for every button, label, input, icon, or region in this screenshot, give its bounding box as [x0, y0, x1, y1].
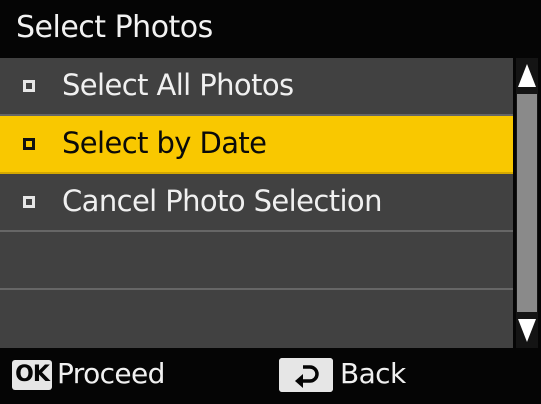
button-guide-bar: OK Proceed Back	[0, 348, 541, 404]
scroll-thumb[interactable]	[517, 94, 537, 312]
square-bullet-icon	[23, 196, 35, 208]
menu-item-select-by-date[interactable]: Select by Date	[0, 116, 513, 174]
printer-lcd-screen: Select Photos Select All Photos Select b…	[0, 0, 541, 404]
proceed-label: Proceed	[57, 357, 165, 390]
menu-item-select-all-photos[interactable]: Select All Photos	[0, 58, 513, 116]
return-arrow-icon[interactable]	[279, 358, 333, 392]
back-label: Back	[340, 357, 406, 390]
square-bullet-icon	[23, 138, 35, 150]
square-bullet-icon	[23, 80, 35, 92]
scrollbar[interactable]	[513, 58, 541, 348]
menu-item-cancel-photo-selection[interactable]: Cancel Photo Selection	[0, 174, 513, 232]
menu-item-label: Select All Photos	[62, 68, 294, 102]
menu-item-label: Select by Date	[62, 126, 267, 160]
title-bar: Select Photos	[0, 0, 541, 58]
empty-menu-row	[0, 290, 513, 348]
ok-button-icon[interactable]: OK	[12, 360, 52, 390]
triangle-up-icon[interactable]	[517, 60, 537, 90]
triangle-down-icon[interactable]	[517, 316, 537, 346]
menu-list: Select All Photos Select by Date Cancel …	[0, 58, 513, 348]
screen-title: Select Photos	[16, 10, 213, 45]
empty-menu-row	[0, 232, 513, 290]
menu-item-label: Cancel Photo Selection	[62, 184, 382, 218]
